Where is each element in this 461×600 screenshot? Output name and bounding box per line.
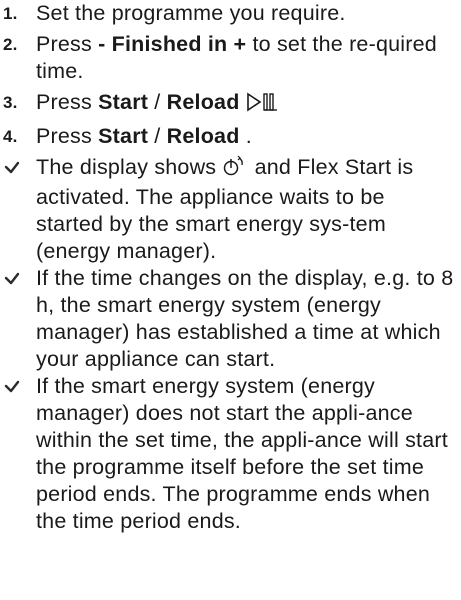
step-3: 3. Press Start / Reload	[0, 89, 461, 119]
result-text: If the time changes on the display, e.g.…	[36, 266, 454, 371]
finished-in-button-label: - Finished in +	[98, 32, 247, 56]
instruction-page: 1. Set the programme you require. 2. Pre…	[0, 0, 461, 600]
slash: /	[148, 124, 167, 148]
step-2: 2. Press - Finished in + to set the re-q…	[0, 31, 461, 85]
step-text-pre: Press	[36, 32, 99, 56]
step-text: Set the programme you require.	[36, 1, 346, 25]
result-text: If the smart energy system (energy manag…	[36, 374, 448, 533]
result-1: The display shows and Flex Start is acti…	[0, 154, 461, 265]
step-number: 4.	[3, 127, 18, 146]
start-pause-icon	[246, 92, 280, 119]
check-icon	[3, 267, 25, 289]
step-4: 4. Press Start / Reload .	[0, 123, 461, 150]
slash: /	[148, 90, 167, 114]
start-label: Start	[98, 90, 149, 114]
step-number: 1.	[3, 4, 18, 23]
step-number: 2.	[3, 35, 18, 54]
reload-label: Reload	[166, 90, 240, 114]
step-number: 3.	[3, 93, 18, 112]
check-icon	[3, 375, 25, 397]
result-text-pre: The display shows	[36, 155, 223, 179]
step-text-pre: Press	[36, 124, 99, 148]
step-text-pre: Press	[36, 90, 99, 114]
result-3: If the smart energy system (energy manag…	[0, 373, 461, 535]
reload-label: Reload	[166, 124, 240, 148]
start-label: Start	[98, 124, 149, 148]
result-2: If the time changes on the display, e.g.…	[0, 265, 461, 373]
step-1: 1. Set the programme you require.	[0, 0, 461, 27]
flex-start-icon	[222, 155, 248, 184]
check-icon	[3, 156, 25, 178]
step-text-post: .	[239, 124, 252, 148]
